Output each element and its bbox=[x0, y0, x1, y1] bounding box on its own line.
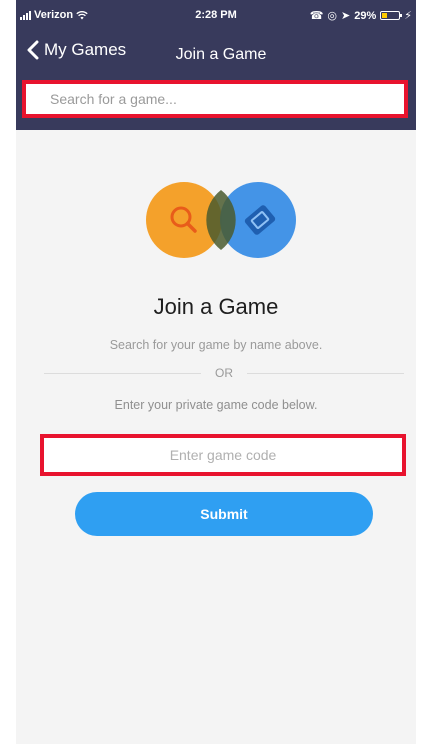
page-title: Join a Game bbox=[153, 294, 279, 319]
or-divider: OR bbox=[44, 364, 404, 382]
search-instructions: Search for your game by name above. bbox=[109, 338, 323, 352]
game-code-input[interactable] bbox=[48, 442, 398, 468]
submit-button[interactable]: Submit bbox=[75, 492, 373, 536]
nav-bar: My Games Join a Game bbox=[16, 34, 416, 76]
alarm-icon: ◎ bbox=[327, 10, 338, 22]
divider-line-left bbox=[44, 372, 201, 374]
battery-percent: 29% bbox=[354, 9, 377, 22]
code-highlight bbox=[40, 434, 406, 476]
divider-line-right bbox=[247, 372, 404, 374]
app-header: Verizon 2:28 PM ☎ ◎ ➤ 29% ⚡ My Games Joi… bbox=[16, 0, 416, 130]
nav-title: Join a Game bbox=[175, 46, 267, 63]
status-bar: Verizon 2:28 PM ☎ ◎ ➤ 29% ⚡ bbox=[16, 0, 416, 34]
search-input[interactable] bbox=[30, 88, 400, 110]
search-highlight bbox=[22, 80, 408, 118]
call-icon: ☎ bbox=[309, 10, 324, 22]
battery-icon bbox=[380, 11, 403, 20]
app-screen: Verizon 2:28 PM ☎ ◎ ➤ 29% ⚡ My Games Joi… bbox=[16, 0, 416, 744]
status-right: ☎ ◎ ➤ 29% ⚡ bbox=[309, 9, 412, 23]
join-game-illustration bbox=[146, 182, 296, 258]
location-icon: ➤ bbox=[341, 10, 351, 22]
code-instructions: Enter your private game code below. bbox=[114, 398, 318, 412]
charging-icon: ⚡ bbox=[404, 10, 412, 22]
or-label: OR bbox=[215, 366, 233, 380]
